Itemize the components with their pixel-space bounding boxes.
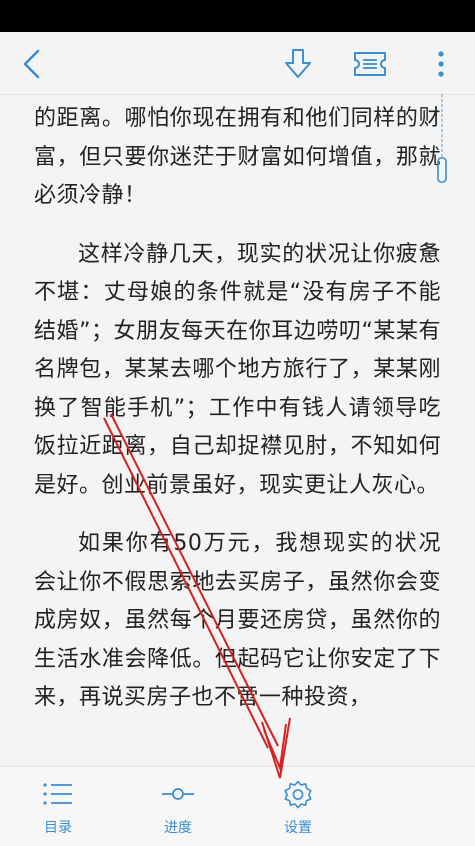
reader-bottom-bar: 目录 进度 设置 [0, 766, 475, 846]
paragraph-2: 这样冷静几天，现实的状况让你疲惫不堪：丈母娘的条件就是“没有房子不能结婚”；女朋… [34, 241, 441, 498]
more-vertical-icon [438, 51, 444, 77]
tab-progress[interactable]: 进度 [128, 777, 228, 843]
back-button[interactable] [12, 44, 52, 84]
progress-slider-icon [162, 788, 194, 800]
ticket-icon [354, 52, 386, 76]
gear-icon [284, 780, 312, 809]
tab-catalog[interactable]: 目录 [8, 777, 108, 843]
ticket-button[interactable] [350, 44, 390, 84]
paragraph-3: 如果你有50万元，我想现实的状况会让你不假思索地去买房子，虽然你会变成房奴，虽然… [34, 531, 441, 710]
tab-settings-label: 设置 [284, 820, 312, 836]
status-bar [0, 0, 475, 32]
tab-progress-label: 进度 [164, 820, 192, 836]
download-button[interactable] [278, 44, 318, 84]
list-icon [43, 783, 72, 805]
more-button[interactable] [421, 44, 461, 84]
paragraph-1: 的距离。哪怕你现在拥有和他们同样的财富，但只要你迷茫于财富如何增值，那就必须冷静… [34, 106, 441, 208]
download-arrow-icon [285, 49, 311, 78]
tab-settings[interactable]: 设置 [248, 777, 348, 843]
chevron-left-icon [23, 49, 40, 79]
reader-top-bar [0, 32, 475, 95]
reader-content[interactable]: 的距离。哪怕你现在拥有和他们同样的财富，但只要你迷茫于财富如何增值，那就必须冷静… [0, 94, 475, 766]
pull-cord-icon[interactable] [436, 94, 448, 186]
tab-catalog-label: 目录 [44, 820, 72, 836]
